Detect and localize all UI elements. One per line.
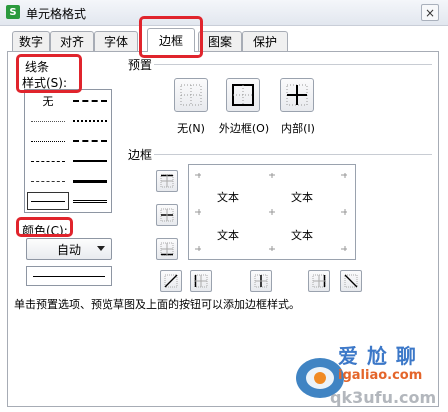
border-right-icon <box>312 274 326 288</box>
line-style-option[interactable] <box>69 172 111 190</box>
line-style-none-label: 无 <box>42 95 54 108</box>
border-inner-vertical-icon <box>254 274 268 288</box>
tab-number[interactable]: 数字 <box>12 31 50 51</box>
preset-none-label: 无(N) <box>177 122 205 135</box>
border-inside-icon <box>286 84 308 106</box>
line-style-option[interactable] <box>27 112 69 130</box>
border-middle-horizontal-button[interactable] <box>156 204 178 226</box>
border-diagonal-down-button[interactable] <box>340 270 362 292</box>
border-divider <box>154 154 432 155</box>
preview-text: 文本 <box>217 191 239 204</box>
preset-outline-label: 外边框(O) <box>218 122 270 135</box>
border-instructions: 单击预置选项、预览草图及上面的按钮可以添加边框样式。 <box>14 298 300 311</box>
preset-inside-button[interactable] <box>280 78 314 112</box>
close-icon: × <box>424 5 436 20</box>
watermark-site: qk3ufu.com <box>330 388 437 407</box>
border-top-button[interactable] <box>156 170 178 192</box>
border-bottom-icon <box>160 242 174 256</box>
line-style-option[interactable] <box>27 172 69 190</box>
line-color-preview <box>26 266 112 286</box>
preset-inside-label: 内部(I) <box>281 122 315 135</box>
dialog-title: 单元格格式 <box>26 7 87 21</box>
tab-alignment[interactable]: 对齐 <box>50 31 94 51</box>
highlight-color <box>16 217 73 237</box>
border-diagonal-up-button[interactable] <box>160 270 182 292</box>
line-color-dropdown[interactable]: 自动 <box>26 238 112 260</box>
highlight-line-style <box>16 54 82 93</box>
line-style-option[interactable] <box>27 152 69 170</box>
line-style-none[interactable]: 无 <box>27 92 69 110</box>
dropdown-arrow-icon <box>97 246 105 251</box>
border-none-icon <box>180 84 202 106</box>
line-style-option[interactable] <box>69 192 111 210</box>
border-inner-horizontal-icon <box>160 208 174 222</box>
line-style-option[interactable] <box>69 92 111 110</box>
diagonal-up-icon <box>164 274 178 288</box>
border-top-icon <box>160 174 174 188</box>
border-group-label: 边框 <box>128 148 153 162</box>
preset-outline-button[interactable] <box>226 78 260 112</box>
line-style-list[interactable]: 无 <box>24 89 112 213</box>
tab-protection[interactable]: 保护 <box>242 31 288 51</box>
border-right-button[interactable] <box>308 270 330 292</box>
preset-divider <box>154 64 432 65</box>
border-outline-icon <box>232 84 254 106</box>
line-style-option[interactable] <box>27 132 69 150</box>
preview-text: 文本 <box>291 229 313 242</box>
border-left-icon <box>194 274 208 288</box>
border-left-button[interactable] <box>190 270 212 292</box>
border-bottom-button[interactable] <box>156 238 178 260</box>
highlight-border-tab <box>139 16 203 58</box>
line-style-option-selected[interactable] <box>27 192 69 210</box>
tab-font[interactable]: 字体 <box>94 31 138 51</box>
line-style-option[interactable] <box>69 152 111 170</box>
close-button[interactable]: × <box>421 4 439 21</box>
border-middle-vertical-button[interactable] <box>250 270 272 292</box>
preset-none-button[interactable] <box>174 78 208 112</box>
border-preview-area[interactable]: 文本 文本 文本 文本 <box>188 164 356 260</box>
tab-pattern[interactable]: 图案 <box>198 31 242 51</box>
line-color-value: 自动 <box>56 242 81 257</box>
line-style-option[interactable] <box>69 112 111 130</box>
preview-corner-marks <box>195 173 347 251</box>
watermark-url: igaliao.com <box>338 368 423 383</box>
preview-text: 文本 <box>217 229 239 242</box>
watermark-brand: 爱 尬 聊 <box>338 344 417 368</box>
diagonal-down-icon <box>344 274 358 288</box>
wps-app-icon: S <box>6 5 20 19</box>
line-style-option[interactable] <box>69 132 111 150</box>
preset-group-label: 预置 <box>128 58 153 72</box>
preview-text: 文本 <box>291 191 313 204</box>
